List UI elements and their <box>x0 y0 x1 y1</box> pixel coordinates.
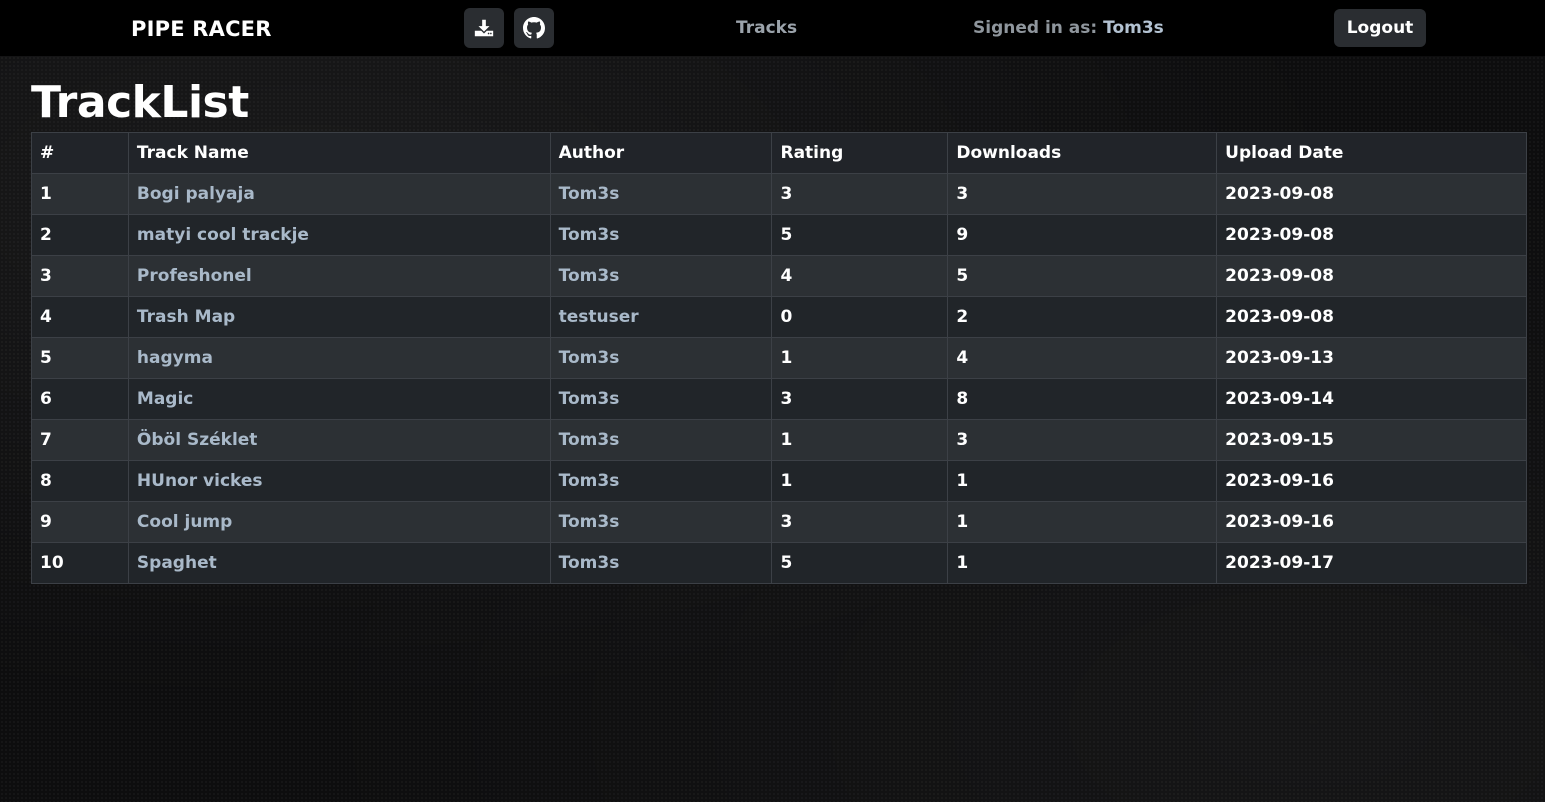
track-upload-date: 2023-09-17 <box>1216 542 1527 584</box>
signed-in-username[interactable]: Tom3s <box>1103 18 1164 38</box>
track-upload-date: 2023-09-15 <box>1216 419 1527 461</box>
track-list-table: # Track Name Author Rating Downloads Upl… <box>31 132 1527 584</box>
track-upload-date: 2023-09-13 <box>1216 337 1527 379</box>
track-author-link[interactable]: Tom3s <box>549 542 773 584</box>
track-number: 1 <box>31 173 129 215</box>
track-downloads: 5 <box>947 255 1218 297</box>
track-name-link[interactable]: HUnor vickes <box>127 460 551 502</box>
table-header-row: # Track Name Author Rating Downloads Upl… <box>31 132 1527 174</box>
table-row: 5 hagyma Tom3s 1 4 2023-09-13 <box>31 337 1527 379</box>
track-number: 8 <box>31 460 129 502</box>
track-downloads: 1 <box>947 460 1218 502</box>
track-number: 9 <box>31 501 129 543</box>
column-header-number[interactable]: # <box>31 132 129 174</box>
brand-link[interactable]: PIPE RACER <box>131 15 272 43</box>
track-author-link[interactable]: Tom3s <box>549 337 773 379</box>
track-rating: 5 <box>771 542 949 584</box>
track-downloads: 8 <box>947 378 1218 420</box>
track-number: 7 <box>31 419 129 461</box>
track-number: 2 <box>31 214 129 256</box>
track-author-link[interactable]: Tom3s <box>549 173 773 215</box>
track-upload-date: 2023-09-08 <box>1216 214 1527 256</box>
table-row: 1 Bogi palyaja Tom3s 3 3 2023-09-08 <box>31 173 1527 215</box>
column-header-track-name[interactable]: Track Name <box>127 132 551 174</box>
track-rating: 3 <box>771 173 949 215</box>
track-number: 6 <box>31 378 129 420</box>
track-rating: 4 <box>771 255 949 297</box>
track-name-link[interactable]: matyi cool trackje <box>127 214 551 256</box>
track-name-link[interactable]: Spaghet <box>127 542 551 584</box>
column-header-rating[interactable]: Rating <box>771 132 949 174</box>
track-upload-date: 2023-09-16 <box>1216 460 1527 502</box>
track-author-link[interactable]: Tom3s <box>549 255 773 297</box>
track-upload-date: 2023-09-16 <box>1216 501 1527 543</box>
nav-tracks-link[interactable]: Tracks <box>736 16 797 40</box>
table-row: 10 Spaghet Tom3s 5 1 2023-09-17 <box>31 542 1527 584</box>
logout-button[interactable]: Logout <box>1334 9 1426 47</box>
track-name-link[interactable]: Cool jump <box>127 501 551 543</box>
track-downloads: 4 <box>947 337 1218 379</box>
track-downloads: 9 <box>947 214 1218 256</box>
signed-in-status: Signed in as: Tom3s <box>973 16 1164 40</box>
track-name-link[interactable]: Profeshonel <box>127 255 551 297</box>
github-button[interactable] <box>514 8 554 48</box>
track-upload-date: 2023-09-08 <box>1216 255 1527 297</box>
track-downloads: 3 <box>947 419 1218 461</box>
track-author-link[interactable]: Tom3s <box>549 460 773 502</box>
track-downloads: 1 <box>947 542 1218 584</box>
track-upload-date: 2023-09-08 <box>1216 296 1527 338</box>
track-rating: 5 <box>771 214 949 256</box>
table-row: 7 Öböl Széklet Tom3s 1 3 2023-09-15 <box>31 419 1527 461</box>
track-name-link[interactable]: Bogi palyaja <box>127 173 551 215</box>
track-name-link[interactable]: Magic <box>127 378 551 420</box>
download-game-button[interactable] <box>464 8 504 48</box>
signed-in-label: Signed in as: <box>973 18 1104 38</box>
track-rating: 1 <box>771 419 949 461</box>
track-rating: 3 <box>771 378 949 420</box>
table-row: 6 Magic Tom3s 3 8 2023-09-14 <box>31 378 1527 420</box>
track-author-link[interactable]: testuser <box>549 296 773 338</box>
column-header-downloads[interactable]: Downloads <box>947 132 1218 174</box>
table-row: 9 Cool jump Tom3s 3 1 2023-09-16 <box>31 501 1527 543</box>
track-name-link[interactable]: Öböl Széklet <box>127 419 551 461</box>
track-number: 5 <box>31 337 129 379</box>
track-rating: 0 <box>771 296 949 338</box>
track-author-link[interactable]: Tom3s <box>549 419 773 461</box>
track-author-link[interactable]: Tom3s <box>549 214 773 256</box>
track-rating: 1 <box>771 460 949 502</box>
track-downloads: 3 <box>947 173 1218 215</box>
track-name-link[interactable]: hagyma <box>127 337 551 379</box>
table-row: 2 matyi cool trackje Tom3s 5 9 2023-09-0… <box>31 214 1527 256</box>
github-icon <box>523 17 545 39</box>
column-header-author[interactable]: Author <box>549 132 773 174</box>
track-rating: 3 <box>771 501 949 543</box>
table-row: 4 Trash Map testuser 0 2 2023-09-08 <box>31 296 1527 338</box>
table-row: 8 HUnor vickes Tom3s 1 1 2023-09-16 <box>31 460 1527 502</box>
column-header-upload-date[interactable]: Upload Date <box>1216 132 1527 174</box>
track-author-link[interactable]: Tom3s <box>549 501 773 543</box>
table-row: 3 Profeshonel Tom3s 4 5 2023-09-08 <box>31 255 1527 297</box>
track-upload-date: 2023-09-08 <box>1216 173 1527 215</box>
download-icon <box>474 19 494 37</box>
track-number: 4 <box>31 296 129 338</box>
track-downloads: 2 <box>947 296 1218 338</box>
page-title: TrackList <box>31 77 249 128</box>
top-navbar: PIPE RACER Tracks Signed in as: Tom3s Lo… <box>0 0 1545 56</box>
track-downloads: 1 <box>947 501 1218 543</box>
track-number: 10 <box>31 542 129 584</box>
track-upload-date: 2023-09-14 <box>1216 378 1527 420</box>
track-number: 3 <box>31 255 129 297</box>
track-name-link[interactable]: Trash Map <box>127 296 551 338</box>
track-author-link[interactable]: Tom3s <box>549 378 773 420</box>
track-rating: 1 <box>771 337 949 379</box>
